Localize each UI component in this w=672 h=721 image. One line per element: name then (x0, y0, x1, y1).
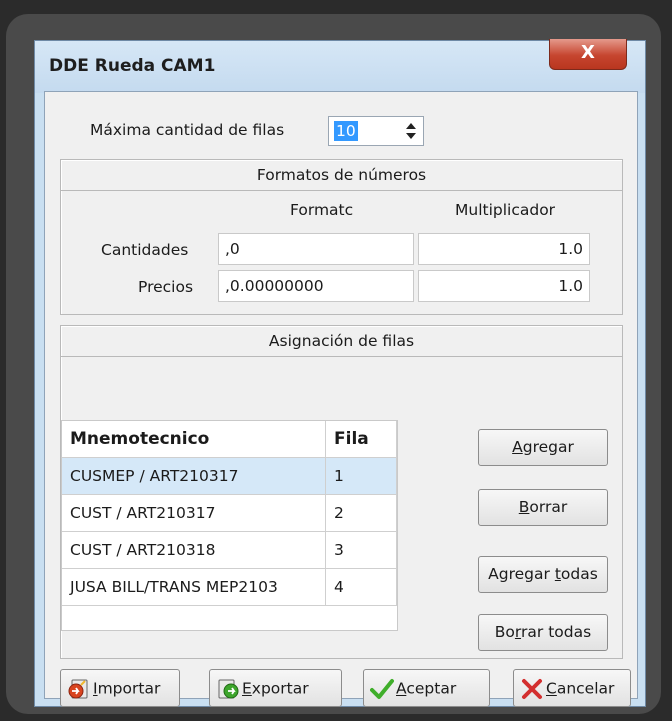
list-item-row: 4 (326, 569, 397, 606)
quantities-format-field[interactable]: ,0 (218, 233, 414, 265)
add-button[interactable]: Agregar (478, 429, 608, 466)
title-bar[interactable]: DDE Rueda CAM1 X (35, 39, 645, 93)
import-icon (68, 679, 88, 698)
check-icon (370, 678, 394, 699)
list-item[interactable]: CUSMEP / ART210317 1 (62, 458, 397, 495)
list-item[interactable]: CUST / ART210317 2 (62, 495, 397, 532)
max-rows-spinner[interactable]: 10 (328, 116, 424, 146)
export-button-mnemonic: E (242, 679, 252, 698)
prices-multiplier-field[interactable]: 1.0 (418, 270, 590, 302)
list-header: Mnemotecnico Fila (62, 421, 397, 458)
x-icon (522, 678, 542, 699)
max-rows-label: Máxima cantidad de filas (90, 121, 285, 139)
close-button[interactable]: X (549, 39, 627, 70)
list-item[interactable]: JUSA BILL/TRANS MEP2103 4 (62, 569, 397, 606)
cancel-button[interactable]: Cancelar (513, 669, 631, 707)
delete-button-mnemonic: B (518, 498, 530, 516)
number-formats-header: Formatos de números (61, 160, 622, 191)
add-button-mnemonic: A (512, 438, 523, 456)
accept-button-mnemonic: A (396, 679, 407, 698)
list-item-row: 1 (326, 458, 397, 495)
import-button[interactable]: Importar (60, 669, 180, 707)
delete-all-button[interactable]: Borrar todas (478, 614, 608, 651)
dialog-window: DDE Rueda CAM1 X Máxima cantidad de fila… (34, 39, 646, 707)
dialog-client-area: Máxima cantidad de filas 10 Formatos de … (44, 91, 638, 707)
delete-button-label: orrar (529, 498, 568, 516)
add-all-button[interactable]: Agregar todas (478, 556, 608, 593)
add-button-label: gregar (522, 438, 574, 456)
export-button[interactable]: Exportar (209, 669, 342, 707)
quantities-multiplier-field[interactable]: 1.0 (418, 233, 590, 265)
list-item-row: 3 (326, 532, 397, 569)
prices-label: Precios (138, 278, 194, 296)
window-title: DDE Rueda CAM1 (49, 56, 216, 76)
spinner-arrows-icon[interactable] (403, 119, 419, 143)
mnemonic-list[interactable]: Mnemotecnico Fila CUSMEP / ART210317 1 C… (61, 420, 398, 631)
format-column-label: Formatc (290, 201, 354, 219)
accept-button[interactable]: Aceptar (363, 669, 490, 707)
list-item-mnemonic: CUST / ART210318 (62, 532, 326, 569)
delete-all-button-prefix: Bo (494, 623, 515, 641)
row-assignment-header: Asignación de filas (61, 326, 622, 357)
list-item-mnemonic: JUSA BILL/TRANS MEP2103 (62, 569, 326, 606)
add-all-button-label: odas (560, 565, 598, 583)
row-column-header[interactable]: Fila (326, 421, 397, 458)
number-formats-group: Formatos de números Formatc Multiplicado… (60, 159, 623, 315)
delete-all-button-label: rar todas (521, 623, 592, 641)
export-icon (218, 679, 239, 698)
prices-format-field[interactable]: ,0.00000000 (218, 270, 414, 302)
import-button-label: mportar (97, 679, 161, 698)
cancel-button-mnemonic: C (546, 679, 557, 698)
list-item-mnemonic: CUST / ART210317 (62, 495, 326, 532)
list-item[interactable]: CUST / ART210318 3 (62, 532, 397, 569)
list-item-row: 2 (326, 495, 397, 532)
cancel-button-label: ancelar (556, 679, 615, 698)
quantities-label: Cantidades (101, 241, 189, 259)
mnemonic-column-header[interactable]: Mnemotecnico (62, 421, 326, 458)
add-all-button-prefix: Agregar (488, 565, 555, 583)
max-rows-value[interactable]: 10 (334, 121, 358, 141)
export-button-label: xportar (251, 679, 309, 698)
list-item-mnemonic: CUSMEP / ART210317 (62, 458, 326, 495)
multiplier-column-label: Multiplicador (455, 201, 556, 219)
delete-button[interactable]: Borrar (478, 489, 608, 526)
accept-button-label: ceptar (406, 679, 457, 698)
